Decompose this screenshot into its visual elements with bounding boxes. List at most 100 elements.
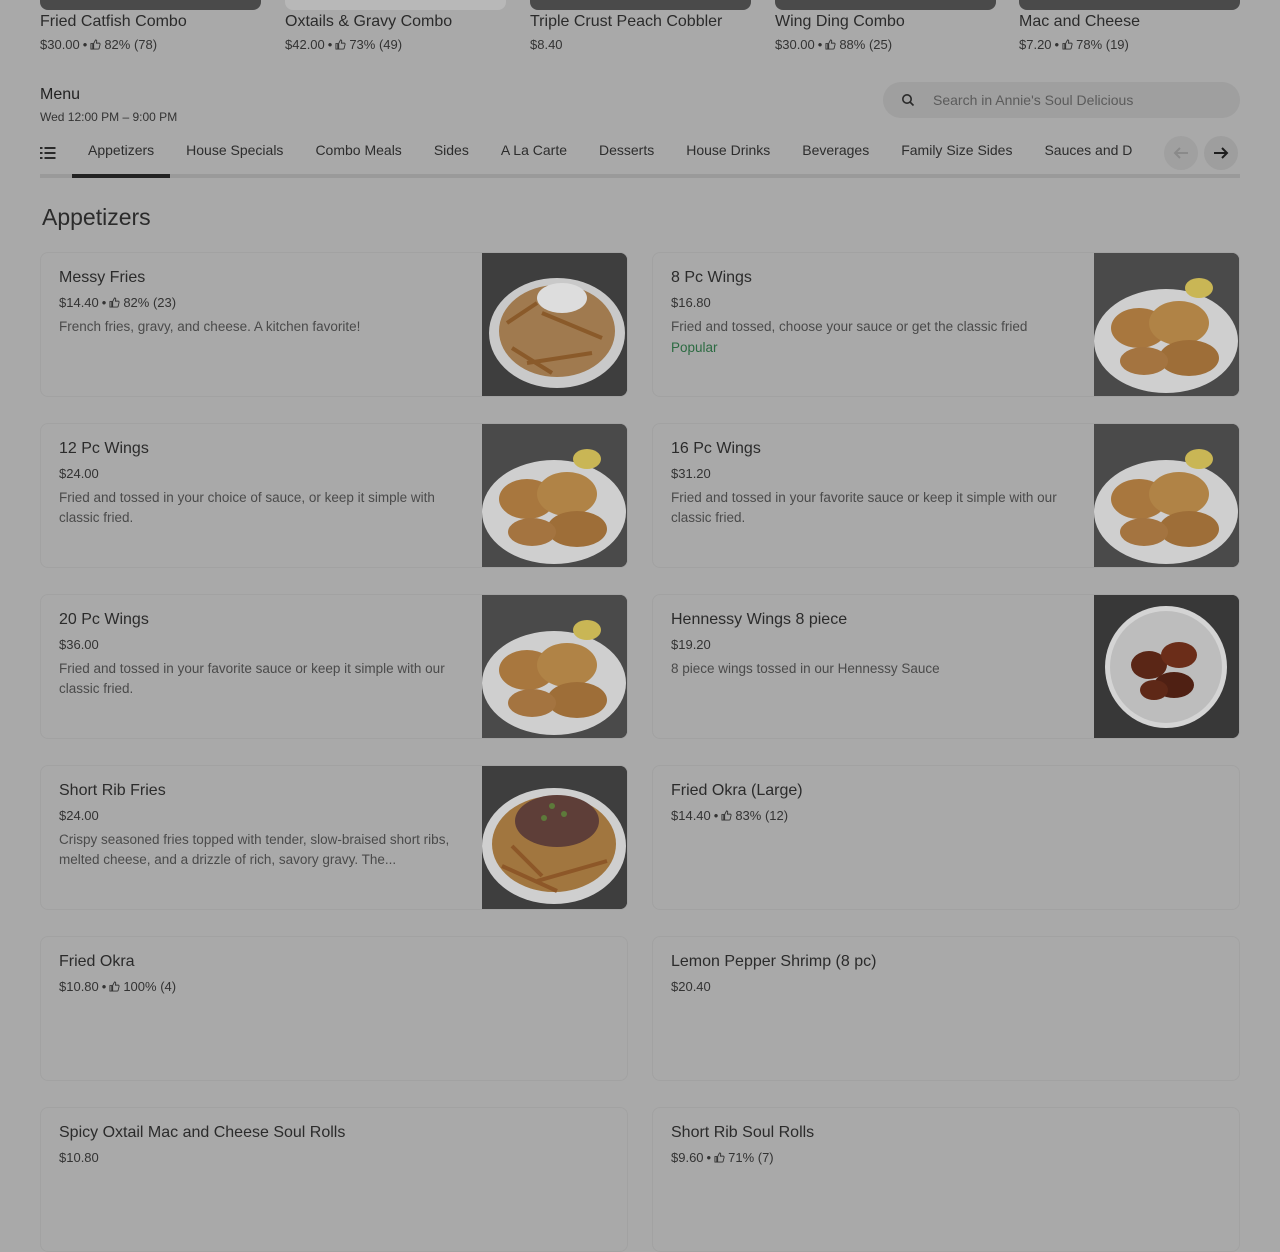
menu-item-card[interactable]: Lemon Pepper Shrimp (8 pc) $20.40 (652, 936, 1240, 1081)
item-photo[interactable] (482, 595, 627, 738)
featured-item[interactable]: Oxtails & Gravy Combo $42.00 • 73% (49) (285, 0, 506, 52)
item-name: Lemon Pepper Shrimp (8 pc) (671, 953, 877, 970)
category-tabs: Appetizers House Specials Combo Meals Sides… (40, 130, 1240, 178)
item-rating: 83% (12) (735, 808, 789, 823)
search-icon (902, 94, 915, 107)
thumbs-up-icon (335, 39, 346, 50)
menu-item-card[interactable]: Fried Okra $10.80 • 100% (4) (40, 936, 628, 1081)
menu-item-card[interactable]: 20 Pc Wings $36.00 Fried and tossed in y… (40, 594, 628, 739)
featured-item-image[interactable] (1019, 0, 1240, 10)
menu-search-bar[interactable] (883, 82, 1240, 118)
item-name: Fried Okra (59, 953, 135, 970)
item-photo[interactable] (482, 424, 627, 567)
item-photo[interactable] (1094, 253, 1239, 396)
tab-sides[interactable]: Sides (418, 130, 485, 174)
item-description: Fried and tossed in your favorite sauce … (59, 661, 445, 696)
menu-item-card[interactable]: Spicy Oxtail Mac and Cheese Soul Rolls $… (40, 1107, 628, 1252)
menu-title: Menu (40, 86, 81, 103)
item-meta: $19.20 (671, 637, 711, 652)
section-title: Appetizers (42, 204, 151, 230)
featured-item[interactable]: Wing Ding Combo $30.00 • 88% (25) (775, 0, 996, 52)
item-meta: $24.00 (59, 466, 99, 481)
featured-item-meta: $30.00 • 88% (25) (775, 37, 893, 52)
item-photo[interactable] (1094, 595, 1239, 738)
arrow-left-icon (1173, 147, 1188, 159)
item-name: Spicy Oxtail Mac and Cheese Soul Rolls (59, 1124, 346, 1141)
item-description: 8 piece wings tossed in our Hennessy Sau… (671, 661, 940, 676)
menu-header: Menu Wed 12:00 PM – 9:00 PM (40, 86, 177, 124)
tab-combo-meals[interactable]: Combo Meals (299, 130, 417, 174)
item-meta: $10.80 • 100% (4) (59, 979, 177, 994)
item-name: Short Rib Fries (59, 782, 166, 799)
menu-item-card[interactable]: Fried Okra (Large) $14.40 • 83% (12) (652, 765, 1240, 910)
item-price: $36.00 (59, 637, 99, 652)
featured-item-rating: 73% (49) (349, 37, 403, 52)
featured-item-image[interactable] (285, 0, 506, 10)
featured-item-price: $30.00 (775, 37, 815, 52)
tab-sauces[interactable]: Sauces and D (1028, 130, 1148, 174)
item-photo[interactable] (482, 766, 627, 909)
featured-item-name: Wing Ding Combo (775, 13, 905, 30)
featured-item-meta: $42.00 • 73% (49) (285, 37, 403, 52)
fries-photo (482, 253, 627, 396)
item-price: $31.20 (671, 466, 711, 481)
item-meta: $16.80 (671, 295, 711, 310)
search-input[interactable] (931, 91, 1215, 109)
item-price: $9.60 (671, 1150, 704, 1165)
menu-hours: Wed 12:00 PM – 9:00 PM (40, 110, 178, 124)
featured-item-image[interactable] (530, 0, 751, 10)
menu-item-card[interactable]: Messy Fries $14.40 • 82% (23) French fries… (40, 252, 628, 397)
featured-item-image[interactable] (775, 0, 996, 10)
tab-desserts[interactable]: Desserts (583, 130, 670, 174)
item-meta: $10.80 (59, 1150, 99, 1165)
item-meta: $31.20 (671, 466, 711, 481)
thumbs-up-icon (90, 39, 101, 50)
item-photo[interactable] (482, 253, 627, 396)
tab-family-size-sides[interactable]: Family Size Sides (885, 130, 1028, 174)
item-rating: 71% (7) (728, 1150, 774, 1165)
featured-item[interactable]: Fried Catfish Combo $30.00 • 82% (78) (40, 0, 261, 52)
menu-item-card[interactable]: Hennessy Wings 8 piece $19.20 8 piece wi… (652, 594, 1240, 739)
item-description: Crispy seasoned fries topped with tender… (59, 832, 450, 867)
featured-item-price: $42.00 (285, 37, 325, 52)
featured-item-name: Fried Catfish Combo (40, 13, 187, 30)
menu-item-card[interactable]: 16 Pc Wings $31.20 Fried and tossed in y… (652, 423, 1240, 568)
item-name: 16 Pc Wings (671, 440, 761, 457)
featured-item-name: Mac and Cheese (1019, 13, 1140, 30)
tab-a-la-carte[interactable]: A La Carte (485, 130, 583, 174)
tab-appetizers[interactable]: Appetizers (72, 130, 171, 178)
menu-item-card[interactable]: Short Rib Soul Rolls $9.60 • 71% (7) (652, 1107, 1240, 1252)
item-rating: 82% (23) (123, 295, 177, 310)
arrow-right-icon (1214, 147, 1229, 159)
featured-item-rating: 82% (78) (104, 37, 158, 52)
menu-item-card[interactable]: Short Rib Fries $24.00 Crispy seasoned f… (40, 765, 628, 910)
featured-item-image[interactable] (40, 0, 261, 10)
menu-item-card[interactable]: 12 Pc Wings $24.00 Fried and tossed in y… (40, 423, 628, 568)
item-rating: 100% (4) (123, 979, 177, 994)
tabs-next-button[interactable] (1204, 136, 1238, 170)
tab-beverages[interactable]: Beverages (786, 130, 885, 174)
featured-item-meta: $30.00 • 82% (78) (40, 37, 158, 52)
item-price: $10.80 (59, 1150, 99, 1165)
item-photo[interactable] (1094, 424, 1239, 567)
item-meta: $9.60 • 71% (7) (671, 1150, 774, 1165)
item-price: $24.00 (59, 808, 99, 823)
item-meta: $14.40 • 82% (23) (59, 295, 177, 310)
menu-item-card[interactable]: 8 Pc Wings $16.80 Fried and tossed, choo… (652, 252, 1240, 397)
thumbs-up-icon (109, 297, 120, 308)
tabs-prev-button[interactable] (1164, 136, 1198, 170)
list-icon[interactable] (40, 146, 56, 160)
featured-item[interactable]: Triple Crust Peach Cobbler $8.40 (530, 0, 751, 52)
tab-house-specials[interactable]: House Specials (170, 130, 299, 174)
item-description: Fried and tossed, choose your sauce or g… (671, 319, 1028, 334)
featured-item-price: $7.20 (1019, 37, 1052, 52)
tab-house-drinks[interactable]: House Drinks (670, 130, 786, 174)
item-price: $16.80 (671, 295, 711, 310)
featured-item-price: $30.00 (40, 37, 80, 52)
item-name: Short Rib Soul Rolls (671, 1124, 815, 1141)
featured-item-name: Oxtails & Gravy Combo (285, 13, 453, 30)
item-price: $20.40 (671, 979, 711, 994)
thumbs-up-icon (1062, 39, 1073, 50)
featured-item[interactable]: Mac and Cheese $7.20 • 78% (19) (1019, 0, 1240, 52)
featured-item-rating: 88% (25) (839, 37, 893, 52)
